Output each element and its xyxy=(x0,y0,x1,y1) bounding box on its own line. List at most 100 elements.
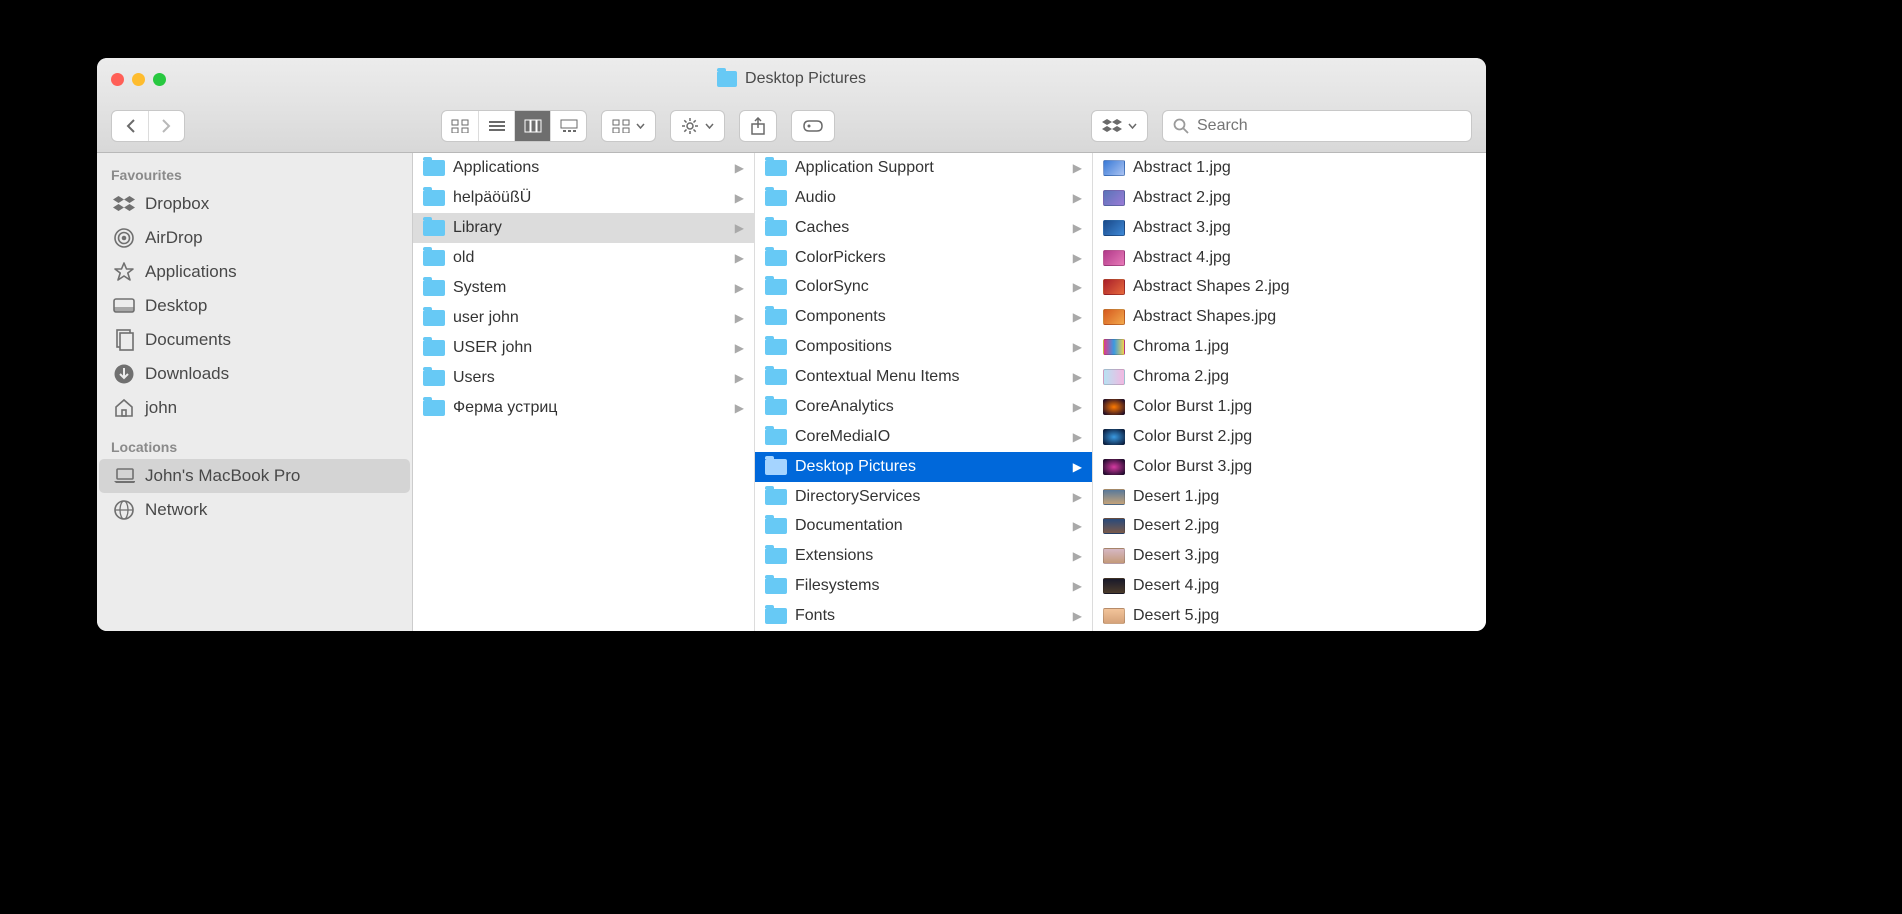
folder-row[interactable]: helpäöüßÜ▶ xyxy=(413,183,754,213)
file-row[interactable]: Chroma 1.jpg xyxy=(1093,332,1486,362)
file-row[interactable]: Color Burst 3.jpg xyxy=(1093,452,1486,482)
search-icon xyxy=(1173,118,1189,134)
finder-body: FavouritesDropboxAirDropApplicationsDesk… xyxy=(97,153,1486,631)
folder-row[interactable]: Compositions▶ xyxy=(755,332,1092,362)
finder-window: Desktop Pictures xyxy=(97,58,1486,631)
share-button[interactable] xyxy=(739,110,777,142)
minimize-button[interactable] xyxy=(132,73,145,86)
file-row[interactable]: Desert 1.jpg xyxy=(1093,482,1486,512)
folder-row[interactable]: ColorSync▶ xyxy=(755,273,1092,303)
folder-row[interactable]: Fonts▶ xyxy=(755,601,1092,631)
file-row[interactable]: Abstract 3.jpg xyxy=(1093,213,1486,243)
column-view-button[interactable] xyxy=(514,111,550,141)
row-label: Chroma 1.jpg xyxy=(1133,338,1229,356)
folder-icon xyxy=(765,608,787,624)
folder-row[interactable]: Documentation▶ xyxy=(755,512,1092,542)
action-button[interactable] xyxy=(670,110,725,142)
chevron-right-icon: ▶ xyxy=(1073,460,1082,474)
folder-row[interactable]: Ферма устриц▶ xyxy=(413,393,754,423)
chevron-right-icon: ▶ xyxy=(735,221,744,235)
sidebar-item-label: Dropbox xyxy=(145,194,209,214)
file-row[interactable]: Abstract 4.jpg xyxy=(1093,243,1486,273)
file-row[interactable]: Desert 3.jpg xyxy=(1093,541,1486,571)
folder-row[interactable]: DirectoryServices▶ xyxy=(755,482,1092,512)
gallery-view-button[interactable] xyxy=(550,111,586,141)
close-button[interactable] xyxy=(111,73,124,86)
network-icon xyxy=(113,499,135,521)
image-thumbnail-icon xyxy=(1103,309,1125,325)
image-thumbnail-icon xyxy=(1103,548,1125,564)
tags-button[interactable] xyxy=(791,110,835,142)
row-label: Abstract 4.jpg xyxy=(1133,249,1231,267)
file-row[interactable]: Abstract Shapes.jpg xyxy=(1093,302,1486,332)
icon-view-button[interactable] xyxy=(442,111,478,141)
folder-icon xyxy=(423,370,445,386)
file-row[interactable]: Chroma 2.jpg xyxy=(1093,362,1486,392)
image-thumbnail-icon xyxy=(1103,369,1125,385)
file-row[interactable]: Color Burst 1.jpg xyxy=(1093,392,1486,422)
row-label: Abstract Shapes.jpg xyxy=(1133,308,1276,326)
folder-row[interactable]: System▶ xyxy=(413,273,754,303)
image-thumbnail-icon xyxy=(1103,459,1125,475)
dropbox-toolbar-button[interactable] xyxy=(1091,110,1148,142)
folder-row[interactable]: Contextual Menu Items▶ xyxy=(755,362,1092,392)
sidebar-item-documents[interactable]: Documents xyxy=(99,323,410,357)
sidebar-item-john[interactable]: john xyxy=(99,391,410,425)
folder-row[interactable]: Caches▶ xyxy=(755,213,1092,243)
row-label: Documentation xyxy=(795,517,903,535)
sidebar-item-network[interactable]: Network xyxy=(99,493,410,527)
folder-row[interactable]: USER john▶ xyxy=(413,333,754,363)
folder-row[interactable]: Filesystems▶ xyxy=(755,571,1092,601)
list-view-button[interactable] xyxy=(478,111,514,141)
row-label: Compositions xyxy=(795,338,892,356)
file-row[interactable]: Abstract 1.jpg xyxy=(1093,153,1486,183)
file-row[interactable]: Abstract Shapes 2.jpg xyxy=(1093,273,1486,303)
sidebar-item-label: Applications xyxy=(145,262,237,282)
sidebar-item-desktop[interactable]: Desktop xyxy=(99,289,410,323)
sidebar-item-airdrop[interactable]: AirDrop xyxy=(99,221,410,255)
folder-row[interactable]: Applications▶ xyxy=(413,153,754,183)
row-label: Application Support xyxy=(795,159,934,177)
sidebar-item-applications[interactable]: Applications xyxy=(99,255,410,289)
row-label: Audio xyxy=(795,189,836,207)
search-input[interactable] xyxy=(1197,117,1461,135)
file-row[interactable]: Abstract 2.jpg xyxy=(1093,183,1486,213)
folder-row[interactable]: Users▶ xyxy=(413,363,754,393)
folder-row[interactable]: CoreMediaIO▶ xyxy=(755,422,1092,452)
image-thumbnail-icon xyxy=(1103,518,1125,534)
row-label: Contextual Menu Items xyxy=(795,368,960,386)
folder-row[interactable]: Components▶ xyxy=(755,302,1092,332)
folder-row[interactable]: Audio ▶ xyxy=(755,183,1092,213)
sidebar-item-john-s-macbook-pro[interactable]: John's MacBook Pro xyxy=(99,459,410,493)
file-row[interactable]: Desert 5.jpg xyxy=(1093,601,1486,631)
back-button[interactable] xyxy=(112,111,148,141)
maximize-button[interactable] xyxy=(153,73,166,86)
chevron-right-icon: ▶ xyxy=(735,161,744,175)
file-row[interactable]: Color Burst 2.jpg xyxy=(1093,422,1486,452)
folder-row[interactable]: user john▶ xyxy=(413,303,754,333)
sidebar-item-label: John's MacBook Pro xyxy=(145,466,300,486)
folder-icon xyxy=(717,71,737,87)
chevron-down-icon xyxy=(1128,123,1137,129)
forward-button[interactable] xyxy=(148,111,184,141)
folder-icon xyxy=(765,220,787,236)
folder-row[interactable]: Extensions▶ xyxy=(755,541,1092,571)
folder-row[interactable]: ColorPickers▶ xyxy=(755,243,1092,273)
folder-icon xyxy=(765,250,787,266)
sidebar-item-downloads[interactable]: Downloads xyxy=(99,357,410,391)
folder-row[interactable]: Desktop Pictures▶ xyxy=(755,452,1092,482)
file-row[interactable]: Desert 2.jpg xyxy=(1093,512,1486,542)
folder-icon xyxy=(423,400,445,416)
folder-row[interactable]: Library▶ xyxy=(413,213,754,243)
sidebar-item-dropbox[interactable]: Dropbox xyxy=(99,187,410,221)
arrange-button[interactable] xyxy=(601,110,656,142)
sidebar-section-header: Locations xyxy=(97,433,412,459)
chevron-right-icon: ▶ xyxy=(1073,191,1082,205)
folder-row[interactable]: Application Support▶ xyxy=(755,153,1092,183)
search-field[interactable] xyxy=(1162,110,1472,142)
folder-icon xyxy=(765,459,787,475)
folder-row[interactable]: old▶ xyxy=(413,243,754,273)
folder-row[interactable]: CoreAnalytics▶ xyxy=(755,392,1092,422)
chevron-right-icon: ▶ xyxy=(735,251,744,265)
file-row[interactable]: Desert 4.jpg xyxy=(1093,571,1486,601)
